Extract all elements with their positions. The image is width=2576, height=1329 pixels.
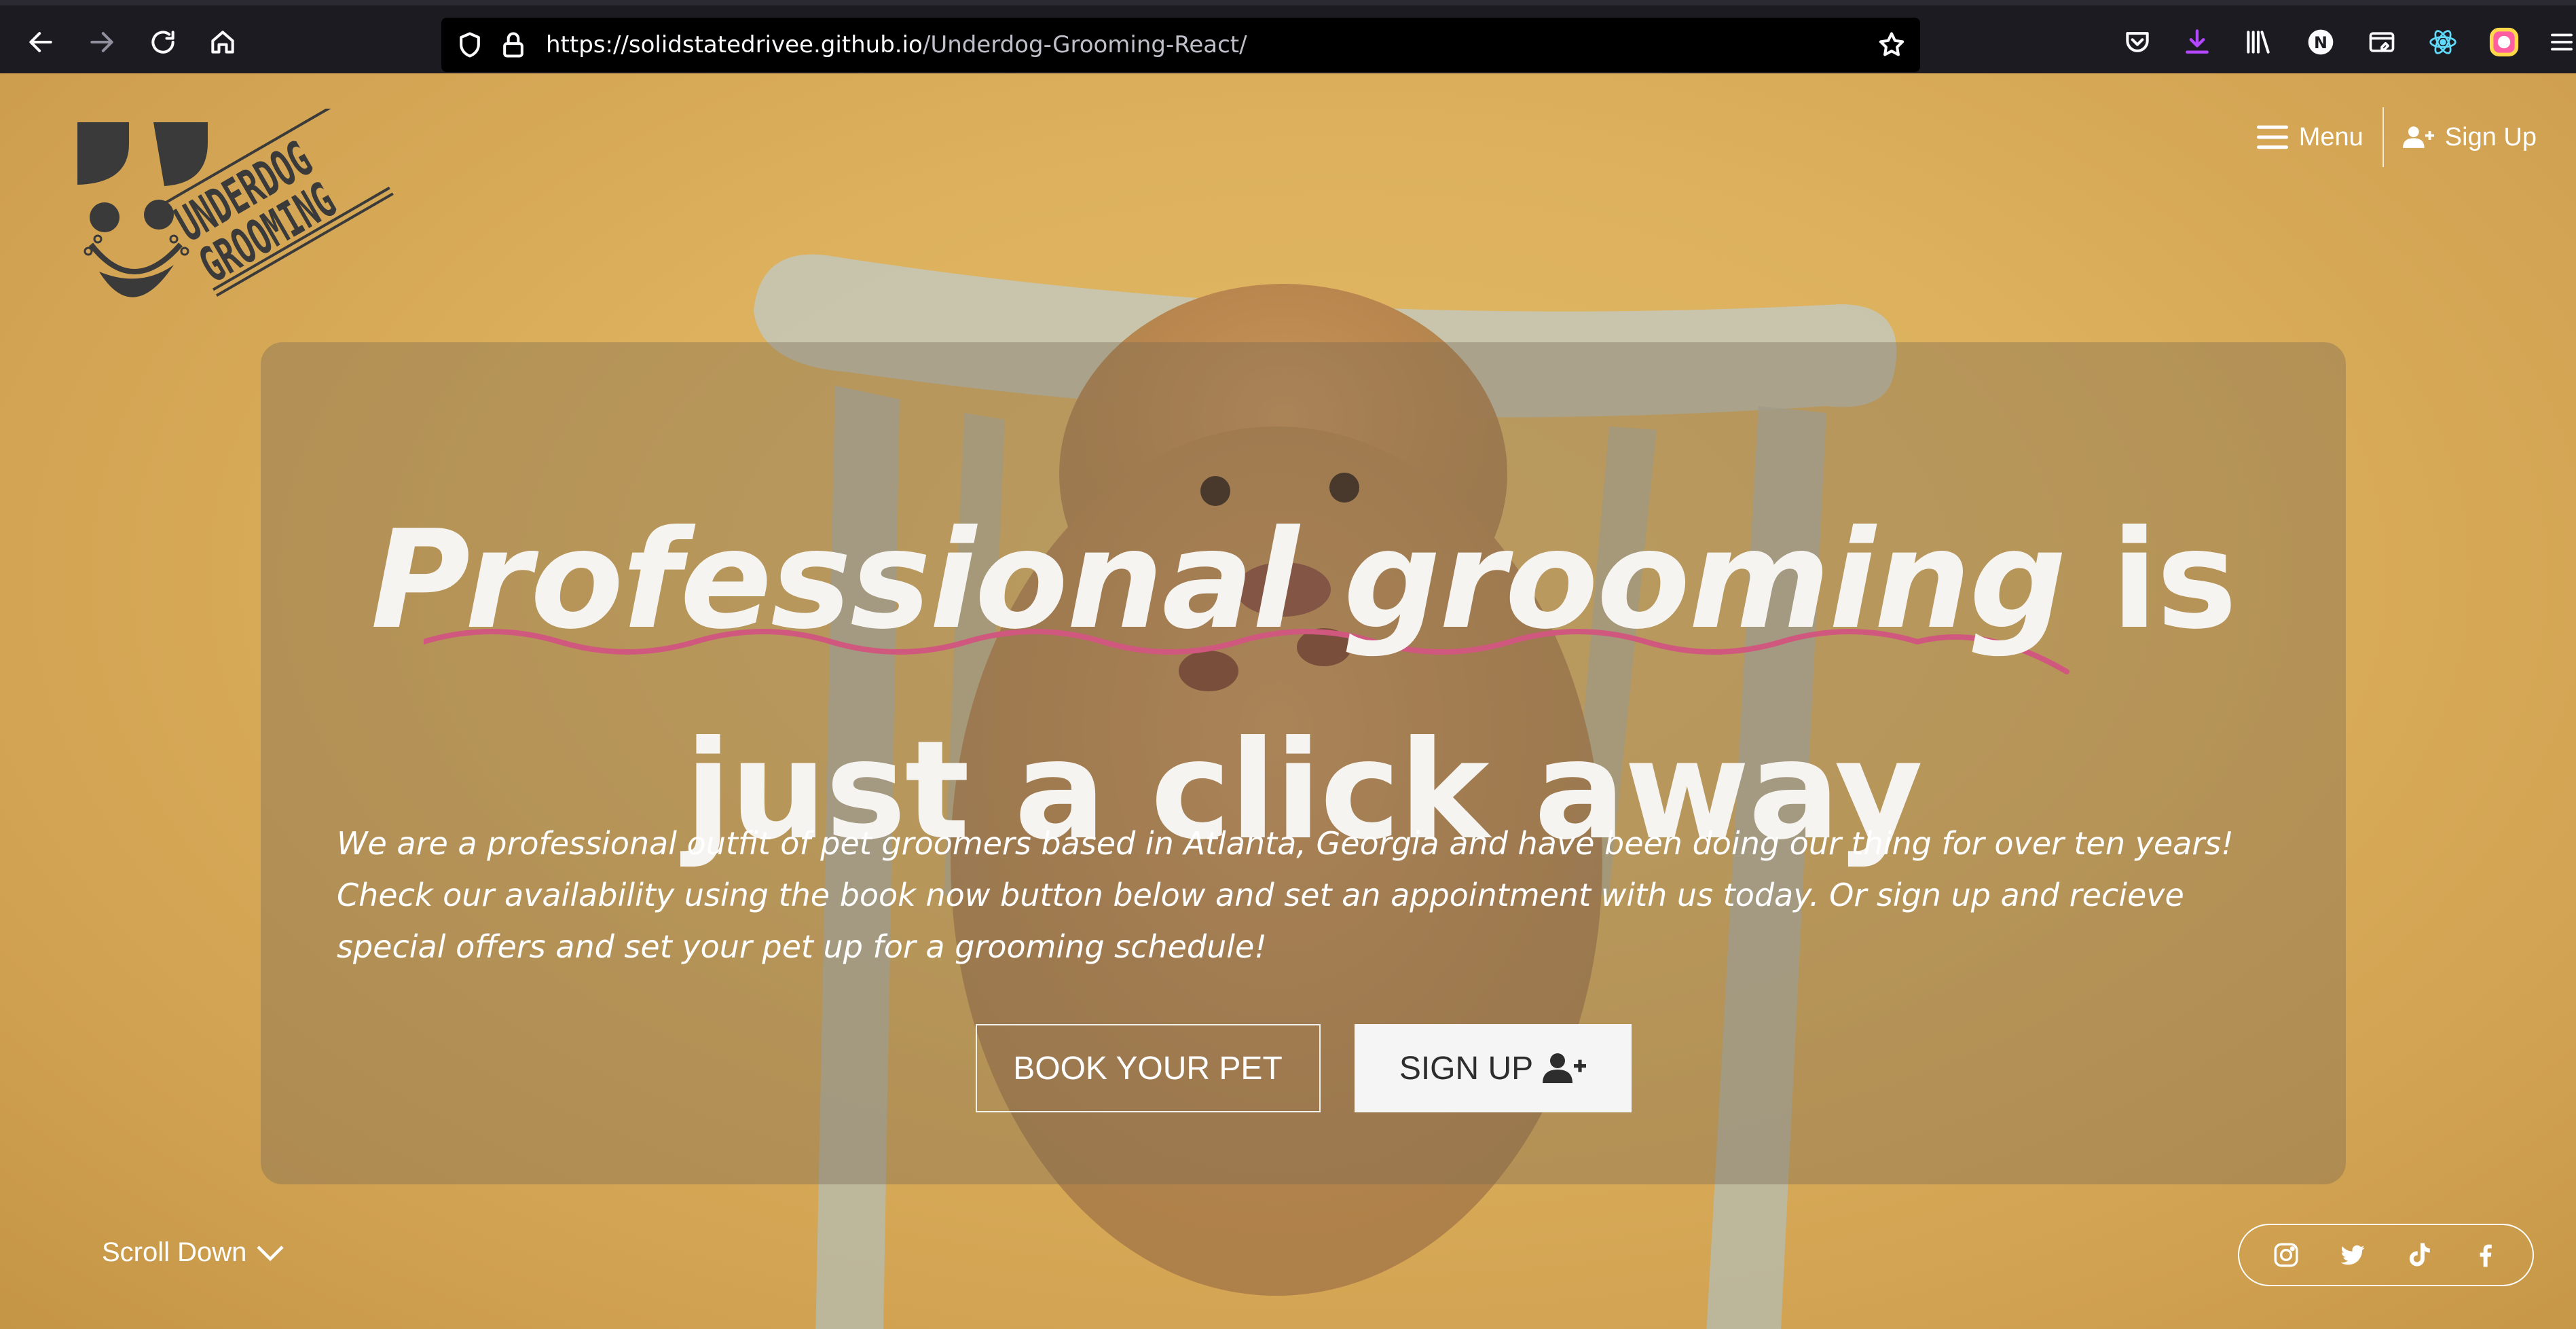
react-devtools-icon[interactable]	[2427, 26, 2459, 58]
social-links	[2238, 1224, 2534, 1286]
book-your-pet-label: BOOK YOUR PET	[1013, 1050, 1283, 1087]
url-host: https://solidstatedrivee.github.io	[546, 31, 923, 58]
forward-button[interactable]	[83, 23, 121, 61]
user-plus-icon	[2402, 126, 2434, 148]
download-icon[interactable]	[2181, 26, 2213, 58]
reload-icon	[151, 31, 174, 54]
screenshot-tool-icon[interactable]	[2366, 26, 2398, 58]
lock-icon[interactable]	[498, 30, 528, 60]
menu-button[interactable]: Menu	[2245, 123, 2376, 152]
headline-emphasis-grooming: grooming	[1343, 501, 2067, 659]
extension-n-label: N	[2314, 33, 2327, 52]
library-icon[interactable]	[2242, 26, 2275, 58]
hamburger-icon	[2256, 125, 2288, 149]
hero-description: We are a professional outfit of pet groo…	[337, 825, 2234, 965]
hero-signup-label: SIGN UP	[1399, 1050, 1534, 1087]
color-picker-icon[interactable]	[2488, 26, 2520, 58]
hero-signup-button[interactable]: SIGN UP	[1354, 1024, 1632, 1112]
chevron-down-icon	[257, 1245, 284, 1261]
underdog-grooming-logo[interactable]: UNDERDOG GROOMING	[72, 109, 425, 306]
shield-icon[interactable]	[455, 30, 485, 60]
headline-is: is	[2111, 501, 2237, 659]
twitter-icon[interactable]	[2337, 1239, 2368, 1271]
menu-label: Menu	[2298, 122, 2363, 151]
extension-n-icon[interactable]: N	[2304, 26, 2337, 58]
nav-signup-label: Sign Up	[2444, 122, 2537, 151]
reload-button[interactable]	[144, 23, 182, 61]
scroll-down-label: Scroll Down	[102, 1237, 247, 1267]
arrow-right-icon	[90, 32, 113, 52]
scroll-down-link[interactable]: Scroll Down	[102, 1237, 284, 1268]
arrow-left-icon	[29, 32, 52, 52]
url-text[interactable]: https://solidstatedrivee.github.io/Under…	[546, 18, 1247, 72]
hero-buttons: BOOK YOUR PET SIGN UP	[261, 1024, 2346, 1112]
page-viewport: UNDERDOG GROOMING Menu Sign Up Professio…	[0, 73, 2576, 1329]
browser-toolbar: https://solidstatedrivee.github.io/Under…	[0, 0, 2576, 73]
book-your-pet-button[interactable]: BOOK YOUR PET	[975, 1024, 1321, 1112]
nav-signup-button[interactable]: Sign Up	[2391, 123, 2549, 152]
hamburger-menu-icon[interactable]	[2547, 26, 2576, 58]
top-nav: Menu Sign Up	[2245, 107, 2549, 167]
headline-emphasis-professional: Professional	[370, 501, 1299, 659]
instagram-icon[interactable]	[2270, 1239, 2302, 1271]
nav-divider	[2382, 107, 2384, 167]
bookmark-star-icon[interactable]	[1877, 30, 1907, 60]
back-button[interactable]	[22, 23, 60, 61]
hero-card: Professional grooming is just a click aw…	[261, 342, 2346, 1184]
facebook-icon[interactable]	[2470, 1239, 2501, 1271]
home-button[interactable]	[204, 23, 242, 61]
pocket-icon[interactable]	[2121, 26, 2154, 58]
url-bar[interactable]: https://solidstatedrivee.github.io/Under…	[441, 18, 1920, 72]
url-path: /Underdog-Grooming-React/	[922, 31, 1247, 58]
user-plus-icon	[1543, 1053, 1587, 1083]
home-icon	[211, 31, 234, 54]
tiktok-icon[interactable]	[2404, 1239, 2435, 1271]
